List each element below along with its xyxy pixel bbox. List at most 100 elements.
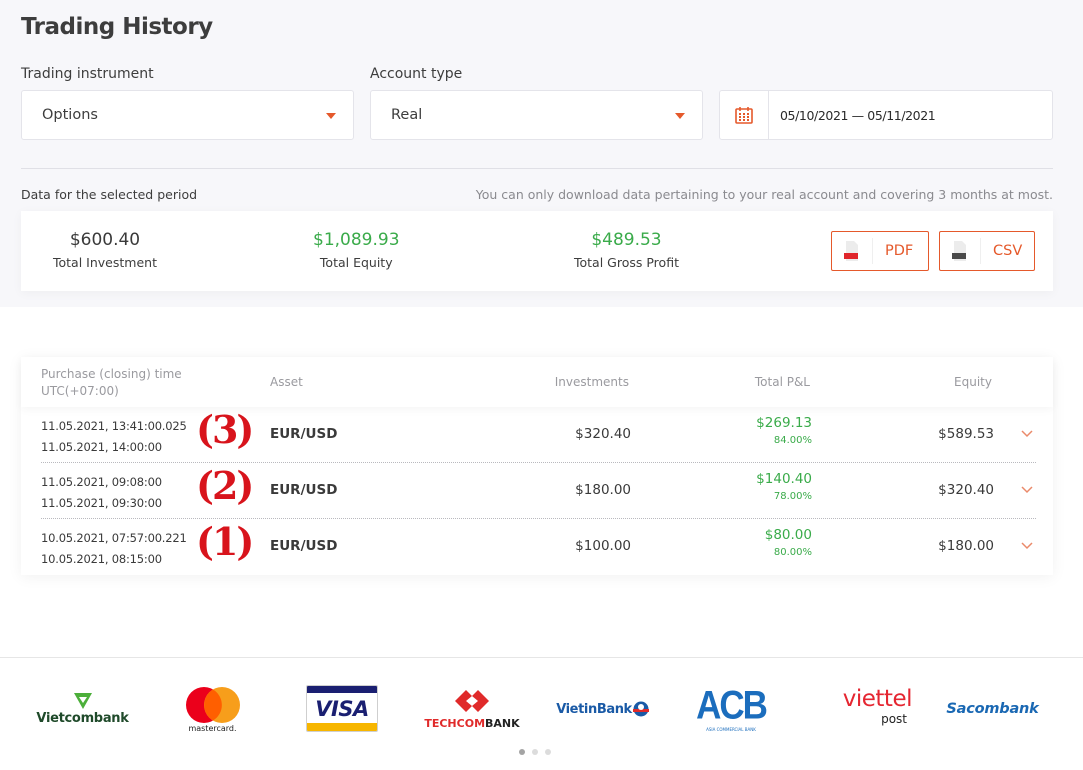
period-label: Data for the selected period	[21, 187, 198, 202]
open-time: 11.05.2021, 13:41:00.025	[41, 419, 187, 433]
row-equity: $180.00	[938, 538, 994, 554]
header-equity: Equity	[954, 375, 992, 389]
trades-table: Purchase (closing) time UTC(+07:00) Asse…	[21, 357, 1053, 575]
open-time: 11.05.2021, 09:08:00	[41, 475, 162, 489]
viettel-post-subtext: post	[881, 712, 907, 726]
techcombank-text-dark: BANK	[485, 717, 520, 730]
caret-down-icon	[675, 113, 685, 119]
account-type-label: Account type	[370, 66, 463, 82]
vietcombank-logo: Vietcombank	[30, 688, 135, 728]
close-time: 11.05.2021, 09:30:00	[41, 496, 162, 510]
carousel-dot-2[interactable]	[532, 749, 538, 755]
carousel-pagination	[519, 749, 551, 755]
sacombank-text: Sacombank	[946, 701, 1039, 717]
table-row[interactable]: 11.05.2021, 13:41:00.025 11.05.2021, 14:…	[41, 407, 1036, 463]
carousel-dot-3[interactable]	[545, 749, 551, 755]
techcombank-logo: TECHCOMBANK	[422, 686, 522, 732]
chevron-down-icon[interactable]	[1020, 483, 1034, 497]
download-csv-button[interactable]: CSV	[939, 231, 1035, 271]
instrument-label: Trading instrument	[21, 66, 154, 82]
carousel-dot-1[interactable]	[519, 749, 525, 755]
pl-percent: 80.00%	[773, 547, 812, 558]
total-gross-profit: $489.53 Total Gross Profit	[574, 230, 679, 270]
csv-file-icon	[940, 232, 980, 270]
mastercard-icon	[185, 686, 240, 723]
pl-percent: 78.00%	[773, 491, 812, 502]
close-time: 10.05.2021, 08:15:00	[41, 552, 162, 566]
row-equity: $320.40	[938, 482, 994, 498]
header-asset: Asset	[270, 375, 303, 389]
header-time-line2: UTC(+07:00)	[41, 384, 119, 398]
pl-percent: 84.00%	[773, 435, 812, 446]
mastercard-logo: mastercard.	[175, 684, 250, 734]
total-gross-profit-label: Total Gross Profit	[574, 255, 679, 270]
row-asset: EUR/USD	[270, 482, 338, 498]
calendar-icon	[735, 107, 753, 124]
close-time: 11.05.2021, 14:00:00	[41, 440, 162, 454]
visa-logo: VISA	[306, 685, 378, 732]
row-marker: (2)	[196, 463, 254, 508]
pl-value: $80.00	[764, 527, 812, 543]
vietcombank-icon	[73, 692, 92, 709]
acb-text: ACB	[696, 682, 768, 728]
pdf-file-icon	[832, 232, 872, 270]
row-asset: EUR/USD	[270, 426, 338, 442]
row-pl: $140.40 78.00%	[756, 471, 812, 502]
total-equity-value: $1,089.93	[313, 230, 400, 250]
vietinbank-text: VietinBank	[556, 701, 632, 717]
visa-top-band	[307, 686, 377, 693]
row-investment: $100.00	[575, 538, 631, 554]
row-times: 10.05.2021, 07:57:00.221 10.05.2021, 08:…	[41, 528, 187, 570]
total-investment-value: $600.40	[69, 230, 141, 250]
acb-logo: ACB ASIA COMMERCIAL BANK	[696, 683, 768, 734]
techcombank-icon	[455, 690, 489, 712]
account-type-value: Real	[391, 107, 423, 123]
viettel-text: viettel	[842, 686, 913, 712]
vietinbank-logo: VietinBank	[553, 694, 653, 724]
visa-text: VISA	[315, 696, 369, 721]
row-pl: $269.13 84.00%	[756, 415, 812, 446]
csv-label: CSV	[993, 243, 1023, 259]
header-time-line1: Purchase (closing) time	[41, 367, 182, 381]
page-title: Trading History	[21, 14, 213, 40]
header-pl: Total P&L	[754, 375, 810, 389]
chevron-down-icon[interactable]	[1020, 539, 1034, 553]
row-marker: (3)	[196, 407, 254, 452]
footer-divider	[0, 657, 1083, 658]
row-investment: $180.00	[575, 482, 631, 498]
table-row[interactable]: 10.05.2021, 07:57:00.221 10.05.2021, 08:…	[41, 519, 1036, 575]
account-type-select[interactable]: Real	[370, 90, 703, 140]
pl-value: $269.13	[756, 415, 812, 431]
viettel-post-logo: viettel post	[812, 684, 913, 728]
row-marker: (1)	[196, 519, 254, 564]
row-equity: $589.53	[938, 426, 994, 442]
total-investment: $600.40 Total Investment	[53, 230, 157, 270]
table-header: Purchase (closing) time UTC(+07:00) Asse…	[21, 357, 1053, 407]
download-note: You can only download data pertaining to…	[475, 187, 1053, 202]
date-range-value: 05/10/2021 — 05/11/2021	[780, 107, 936, 123]
mastercard-text: mastercard.	[188, 723, 237, 733]
row-asset: EUR/USD	[270, 538, 338, 554]
vietcombank-text: Vietcombank	[36, 710, 129, 726]
header-investments: Investments	[554, 375, 629, 389]
visa-bottom-band	[307, 723, 377, 731]
row-investment: $320.40	[575, 426, 631, 442]
total-investment-label: Total Investment	[53, 255, 157, 270]
row-pl: $80.00 80.00%	[765, 527, 812, 558]
table-row[interactable]: 11.05.2021, 09:08:00 11.05.2021, 09:30:0…	[41, 463, 1036, 519]
instrument-value: Options	[42, 107, 98, 123]
pdf-label: PDF	[885, 243, 914, 259]
download-pdf-button[interactable]: PDF	[831, 231, 929, 271]
sacombank-logo: Sacombank	[940, 696, 1045, 722]
calendar-button[interactable]	[720, 91, 769, 139]
pl-value: $140.40	[756, 471, 812, 487]
chevron-down-icon[interactable]	[1020, 427, 1034, 441]
caret-down-icon	[326, 113, 336, 119]
total-equity: $1,089.93 Total Equity	[313, 230, 400, 270]
instrument-select[interactable]: Options	[21, 90, 354, 140]
open-time: 10.05.2021, 07:57:00.221	[41, 531, 187, 545]
date-range-picker[interactable]: 05/10/2021 — 05/11/2021	[719, 90, 1053, 140]
divider	[21, 168, 1053, 169]
header-time: Purchase (closing) time UTC(+07:00)	[41, 366, 182, 400]
techcombank-text-red: TECHCOM	[424, 717, 486, 730]
